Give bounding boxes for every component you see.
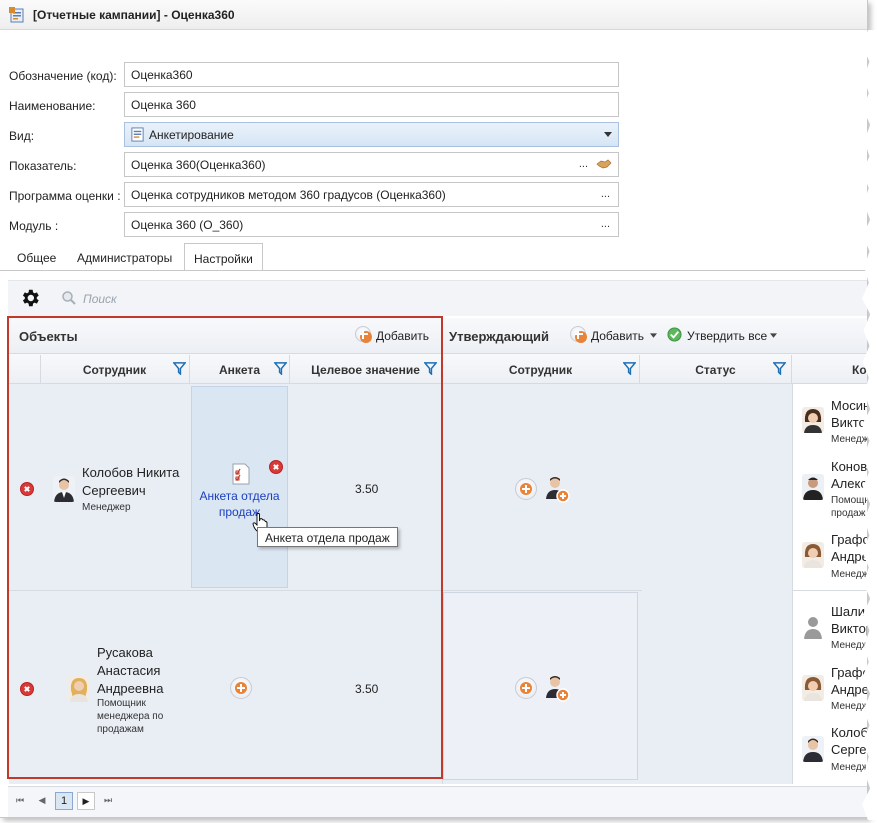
filter-icon[interactable] — [623, 362, 636, 375]
settings-toolbar — [8, 280, 867, 316]
right-person-line2: Андре — [831, 682, 868, 697]
module-browse-button[interactable]: ... — [601, 218, 610, 230]
name-field[interactable]: Оценка 360 — [124, 92, 619, 117]
search-input[interactable]: Поиск — [83, 292, 117, 306]
column-approver-employee-label: Сотрудник — [508, 363, 573, 377]
program-label: Программа оценки : — [9, 189, 121, 203]
module-label: Модуль : — [9, 219, 59, 233]
search-icon[interactable] — [61, 290, 77, 306]
indicator-label: Показатель: — [9, 159, 77, 173]
module-field[interactable]: Оценка 360 (О_360) ... — [124, 212, 619, 237]
right-person-role: Менедж — [831, 640, 868, 651]
handshake-icon[interactable] — [596, 158, 612, 170]
avatar — [802, 474, 824, 500]
type-select[interactable]: Анкетирование — [124, 122, 619, 147]
right-person-role: Менедж — [831, 701, 868, 712]
right-person-line1: Шалин — [831, 604, 867, 619]
chevron-down-icon[interactable] — [650, 333, 657, 338]
right-person-line1: Конов — [831, 459, 868, 474]
add-approver-icon[interactable] — [515, 478, 537, 500]
check-circle-icon[interactable] — [667, 327, 682, 342]
chevron-down-icon[interactable] — [604, 132, 612, 137]
approver-cell — [443, 592, 638, 780]
type-label: Вид: — [9, 129, 35, 143]
right-person-line1: Мосин — [831, 398, 868, 413]
tab-divider — [0, 270, 867, 271]
tab-general[interactable]: Общее — [8, 243, 65, 271]
row-divider — [792, 590, 867, 591]
right-person-role: Менедж — [831, 762, 868, 773]
prev-page-button[interactable]: ◀ — [33, 792, 51, 810]
code-field[interactable]: Оценка360 — [124, 62, 619, 87]
title-bar: [Отчетные кампании] - Оценка360 — [0, 0, 867, 30]
program-browse-button[interactable]: ... — [601, 188, 610, 200]
avatar — [802, 407, 824, 433]
survey-type-icon — [131, 127, 144, 142]
gear-icon[interactable] — [19, 287, 41, 309]
avatar — [802, 613, 824, 639]
right-person-line1: Колоб — [831, 725, 868, 740]
column-status-label: Статус — [695, 363, 736, 377]
right-person-line1: Графо — [831, 665, 868, 680]
right-person-line2: Серге — [831, 742, 867, 757]
objects-highlight-frame — [7, 316, 443, 779]
approver-add-button[interactable]: Добавить — [591, 329, 644, 343]
right-person-line2: Виктор — [831, 415, 867, 430]
right-person-role: Менедж — [831, 569, 868, 580]
campaign-icon — [9, 7, 24, 23]
approver-add-icon[interactable] — [570, 326, 587, 343]
indicator-browse-button[interactable]: ... — [579, 158, 588, 170]
avatar — [802, 736, 824, 762]
name-label: Наименование: — [9, 99, 96, 113]
avatar — [802, 675, 824, 701]
survey-tooltip: Анкета отдела продаж — [257, 527, 398, 547]
next-page-button[interactable]: ▶ — [77, 792, 95, 810]
add-person-icon[interactable] — [544, 674, 570, 702]
window-title: [Отчетные кампании] - Оценка360 — [33, 8, 235, 22]
tab-administrators[interactable]: Администраторы — [68, 243, 181, 271]
right-person-role2: продаж — [831, 508, 866, 519]
program-value: Оценка сотрудников методом 360 градусов … — [131, 188, 446, 202]
approve-all-button[interactable]: Утвердить все — [687, 329, 767, 343]
campaign-window: [Отчетные кампании] - Оценка360 Обозначе… — [0, 0, 868, 818]
module-value: Оценка 360 (О_360) — [131, 218, 244, 232]
first-page-button[interactable]: ⏮ — [11, 792, 29, 810]
right-person-role: Менедж — [831, 434, 868, 445]
column-right-partial: Ко — [852, 363, 867, 377]
right-person-role: Помощн — [831, 495, 868, 506]
chevron-down-icon[interactable] — [770, 333, 777, 338]
approver-title: Утверждающий — [449, 329, 550, 344]
code-label: Обозначение (код): — [9, 69, 117, 83]
column-status[interactable]: Статус — [640, 355, 792, 384]
program-field[interactable]: Оценка сотрудников методом 360 градусов … — [124, 182, 619, 207]
filter-icon[interactable] — [773, 362, 786, 375]
right-person-line2: Виктор — [831, 621, 867, 636]
add-approver-icon[interactable] — [515, 677, 537, 699]
type-select-value: Анкетирование — [149, 128, 234, 142]
tab-settings[interactable]: Настройки — [184, 243, 263, 271]
indicator-value: Оценка 360(Оценка360) — [131, 158, 266, 172]
page-number-current[interactable]: 1 — [55, 792, 73, 810]
add-person-icon[interactable] — [544, 475, 570, 503]
pager-bar — [8, 786, 867, 817]
right-person-line2: Алекса — [831, 476, 867, 491]
column-approver-employee[interactable]: Сотрудник — [442, 355, 640, 384]
right-person-line1: Графо — [831, 532, 868, 547]
indicator-field[interactable]: Оценка 360(Оценка360) ... — [124, 152, 619, 177]
last-page-button[interactable]: ⏭ — [99, 792, 117, 810]
avatar — [802, 542, 824, 568]
